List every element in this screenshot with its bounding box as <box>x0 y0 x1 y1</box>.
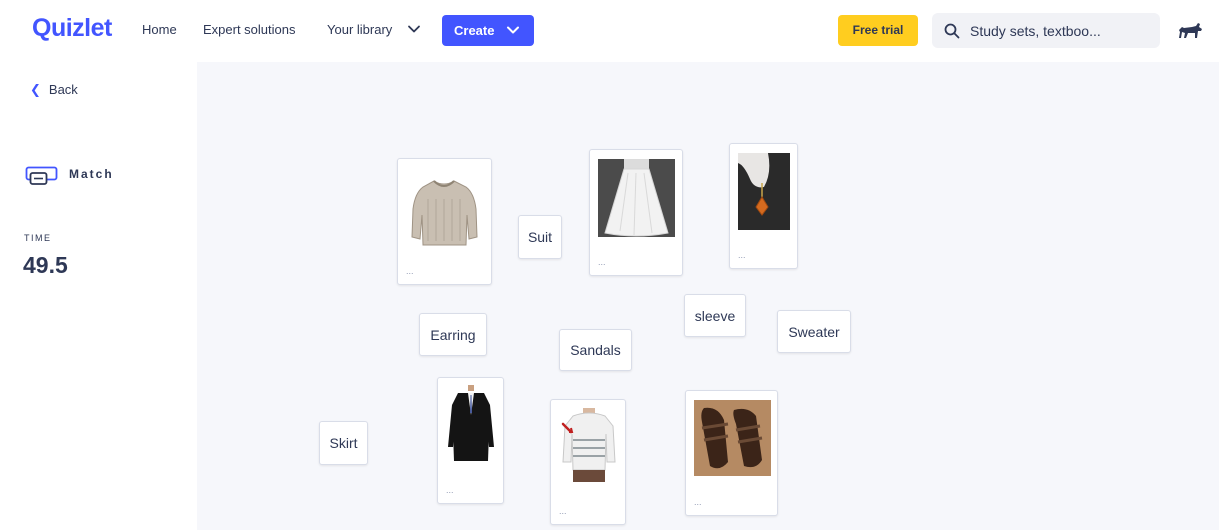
search-bar <box>932 13 1160 48</box>
search-icon <box>944 23 960 39</box>
create-button-label: Create <box>454 23 495 38</box>
sweater-image <box>406 169 483 253</box>
top-navigation-bar: Quizlet Home Expert solutions Your libra… <box>0 0 1219 62</box>
quizlet-logo[interactable]: Quizlet <box>32 14 112 43</box>
card-caption: ... <box>406 266 414 276</box>
image-card[interactable]: ... <box>397 158 492 285</box>
chevron-left-icon: ❮ <box>30 82 41 97</box>
term-card[interactable]: Earring <box>419 313 487 356</box>
back-button[interactable]: ❮ Back <box>30 82 78 98</box>
term-card[interactable]: sleeve <box>684 294 746 337</box>
game-mode-label: Match <box>69 167 114 181</box>
back-label: Back <box>48 82 78 97</box>
image-card[interactable]: ... <box>729 143 798 269</box>
card-caption: ... <box>446 485 454 495</box>
skirt-image <box>598 159 675 237</box>
chevron-down-icon[interactable] <box>407 22 421 36</box>
timer-value: 49.5 <box>23 252 68 278</box>
earring-image <box>738 153 790 230</box>
nav-home-link[interactable]: Home <box>142 22 177 37</box>
nav-your-library-link[interactable]: Your library <box>327 22 392 37</box>
create-button[interactable]: Create <box>442 15 534 46</box>
term-card[interactable]: Suit <box>518 215 562 259</box>
sandals-image <box>694 400 771 476</box>
time-label: TIME <box>24 233 52 243</box>
card-caption: ... <box>559 506 567 516</box>
match-mode-icon <box>25 166 58 185</box>
user-avatar-icon[interactable] <box>1176 18 1204 44</box>
suit-image <box>446 385 496 465</box>
chevron-down-icon <box>507 26 519 34</box>
term-card[interactable]: Sandals <box>559 329 632 371</box>
image-card[interactable]: ... <box>589 149 683 276</box>
image-card[interactable]: ... <box>550 399 626 525</box>
card-caption: ... <box>598 257 606 267</box>
term-card[interactable]: Sweater <box>777 310 851 353</box>
image-card[interactable]: ... <box>685 390 778 516</box>
image-card[interactable]: ... <box>437 377 504 504</box>
card-caption: ... <box>738 250 746 260</box>
free-trial-button[interactable]: Free trial <box>838 15 918 46</box>
card-caption: ... <box>694 497 702 507</box>
term-card[interactable]: Skirt <box>319 421 368 465</box>
search-input[interactable] <box>970 19 1150 42</box>
game-sidebar: ❮ Back Match TIME 49.5 <box>0 62 197 530</box>
nav-expert-solutions-link[interactable]: Expert solutions <box>203 22 296 37</box>
sleeve-image <box>559 406 619 485</box>
